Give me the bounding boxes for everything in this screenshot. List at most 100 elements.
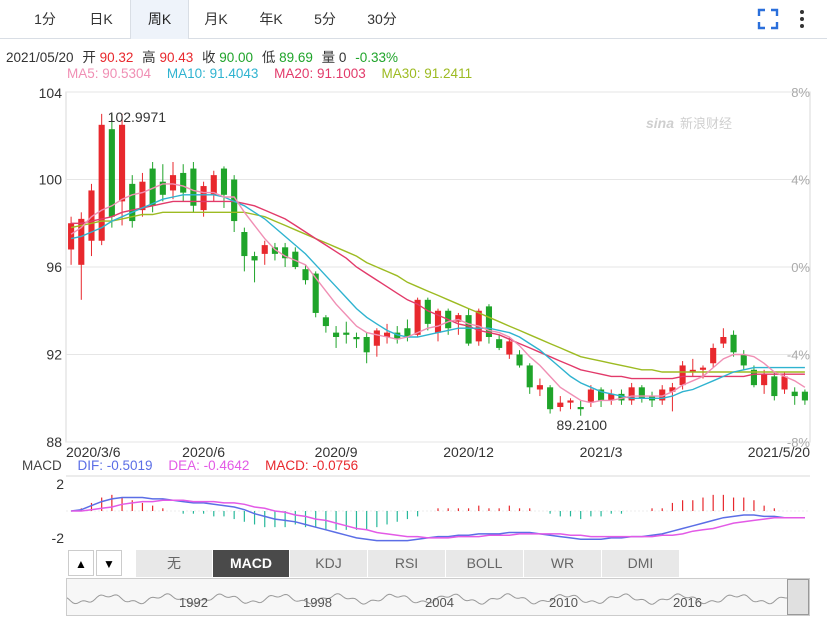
nav-year-1992: 1992 [179, 595, 208, 610]
price-tick-label: 88 [46, 434, 62, 450]
candle-body [506, 341, 513, 355]
tab-5min[interactable]: 5分 [298, 0, 352, 38]
candle-body [190, 168, 197, 206]
fullscreen-icon[interactable] [757, 8, 779, 30]
candle-body [129, 183, 136, 222]
candle-body [261, 245, 268, 254]
ma30-line [70, 211, 805, 373]
candle-body [526, 365, 533, 388]
tab-daily-k[interactable]: 日K [72, 0, 130, 38]
candle-body [791, 391, 798, 397]
candle-body [200, 186, 207, 211]
candle-body [373, 330, 380, 346]
candle-body [771, 376, 778, 397]
nav-year-2010: 2010 [549, 595, 578, 610]
price-axis: 1041009692888%4%0%-4%-8%2020/3/6 2020/6 20… [39, 85, 811, 460]
close-label: 收 [202, 50, 216, 65]
candle-body [699, 367, 707, 370]
scroll-up-button[interactable]: ▲ [68, 550, 94, 576]
tab-weekly-k[interactable]: 周K [130, 0, 189, 39]
indicator-tab-dmi[interactable]: DMI [602, 550, 680, 577]
ma10-line [70, 194, 805, 399]
candle-body [353, 337, 360, 340]
candle-body [567, 400, 574, 403]
volume-label: 量 [321, 50, 336, 65]
candle-body [577, 407, 584, 410]
ma-legend: MA5: 90.5304 MA10: 91.4043 MA20: 91.1003… [67, 66, 472, 81]
candle-body [740, 354, 747, 366]
low-label: 低 [261, 50, 276, 65]
macd-legend: MACD DIF: -0.5019 DEA: -0.4642 MACD: -0.… [22, 458, 358, 473]
navigator-handle[interactable] [787, 579, 809, 615]
candle-body [679, 365, 686, 386]
range-navigator[interactable]: 1992 1998 2004 2010 2016 [66, 578, 810, 616]
close-value: 90.00 [219, 50, 254, 65]
tab-monthly-k[interactable]: 月K [188, 0, 244, 38]
volume-value: 0 [338, 50, 347, 65]
more-vertical-icon[interactable] [794, 8, 810, 30]
candle-body [169, 175, 177, 191]
candle-body [118, 124, 126, 202]
price-tick-label: 104 [39, 85, 63, 101]
low-value: 89.69 [279, 50, 313, 65]
tab-yearly-k[interactable]: 年K [244, 0, 298, 38]
candle-body [302, 269, 309, 281]
candle-body [587, 389, 594, 403]
open-label: 开 [82, 50, 96, 65]
ma20-value: MA20: 91.1003 [274, 66, 366, 81]
period-tabs: 1分 日K 周K 月K 年K 5分 30分 [0, 0, 827, 39]
x-tick-label: 2020/12 [443, 444, 494, 460]
nav-year-2004: 2004 [425, 595, 454, 610]
indicator-tab-rsi[interactable]: RSI [368, 550, 446, 577]
candle-body [333, 332, 340, 337]
macd-panel: 2 -2 [52, 475, 810, 546]
kline-chart[interactable]: 1041009692888%4%0%-4%-8%2020/3/6 2020/6 20… [0, 80, 827, 550]
candle-body [312, 273, 319, 313]
x-tick-label: 2021/5/20 [748, 444, 810, 460]
candle-body [210, 175, 217, 195]
candle-body [720, 337, 727, 344]
indicator-tab-wr[interactable]: WR [524, 550, 602, 577]
ma20-line [71, 200, 805, 380]
candle-body [363, 337, 370, 353]
high-label: 高 [142, 50, 156, 65]
indicator-tab-none[interactable]: 无 [136, 550, 213, 577]
candle-body [761, 374, 768, 386]
indicator-tabs: ▲ ▼ 无 MACD KDJ RSI BOLL WR DMI [66, 550, 823, 577]
dif-value: DIF: -0.5019 [77, 458, 153, 473]
candle-body [322, 317, 329, 327]
indicator-tab-macd[interactable]: MACD [213, 550, 290, 577]
ma5-line [70, 183, 806, 404]
candle-body [557, 402, 564, 407]
ma-lines [70, 183, 806, 404]
candle-body [465, 315, 472, 344]
candle-body [343, 332, 350, 335]
watermark-logo: sina [646, 115, 674, 131]
tab-1min[interactable]: 1分 [20, 0, 70, 38]
quote-date: 2021/05/20 [6, 50, 74, 65]
indicator-tab-kdj[interactable]: KDJ [290, 550, 368, 577]
percent-tick-label: -4% [787, 348, 811, 363]
candle-body [516, 354, 523, 366]
scroll-down-button[interactable]: ▼ [96, 550, 122, 576]
price-tick-label: 96 [46, 259, 62, 275]
chart-grid [65, 91, 811, 443]
macd-value: MACD: -0.0756 [265, 458, 359, 473]
quote-info: 2021/05/20 开 90.32 高 90.43 收 90.00 低 89.… [6, 46, 398, 66]
macd-tick-label: 2 [56, 476, 64, 492]
percent-tick-label: 4% [791, 173, 810, 188]
candle-body [781, 376, 788, 390]
high-annotation: 102.9971 [108, 109, 167, 125]
candle-body [139, 181, 146, 211]
candle-body [251, 256, 258, 261]
ma10-value: MA10: 91.4043 [166, 66, 259, 81]
tab-30min[interactable]: 30分 [352, 0, 412, 38]
percent-tick-label: 0% [791, 260, 810, 275]
candle-body [180, 172, 187, 193]
dea-line [71, 499, 805, 539]
candle-body [801, 391, 808, 401]
candle-body [241, 232, 248, 257]
high-value: 90.43 [159, 50, 194, 65]
indicator-tab-boll[interactable]: BOLL [446, 550, 524, 577]
macd-label: MACD [22, 458, 62, 473]
